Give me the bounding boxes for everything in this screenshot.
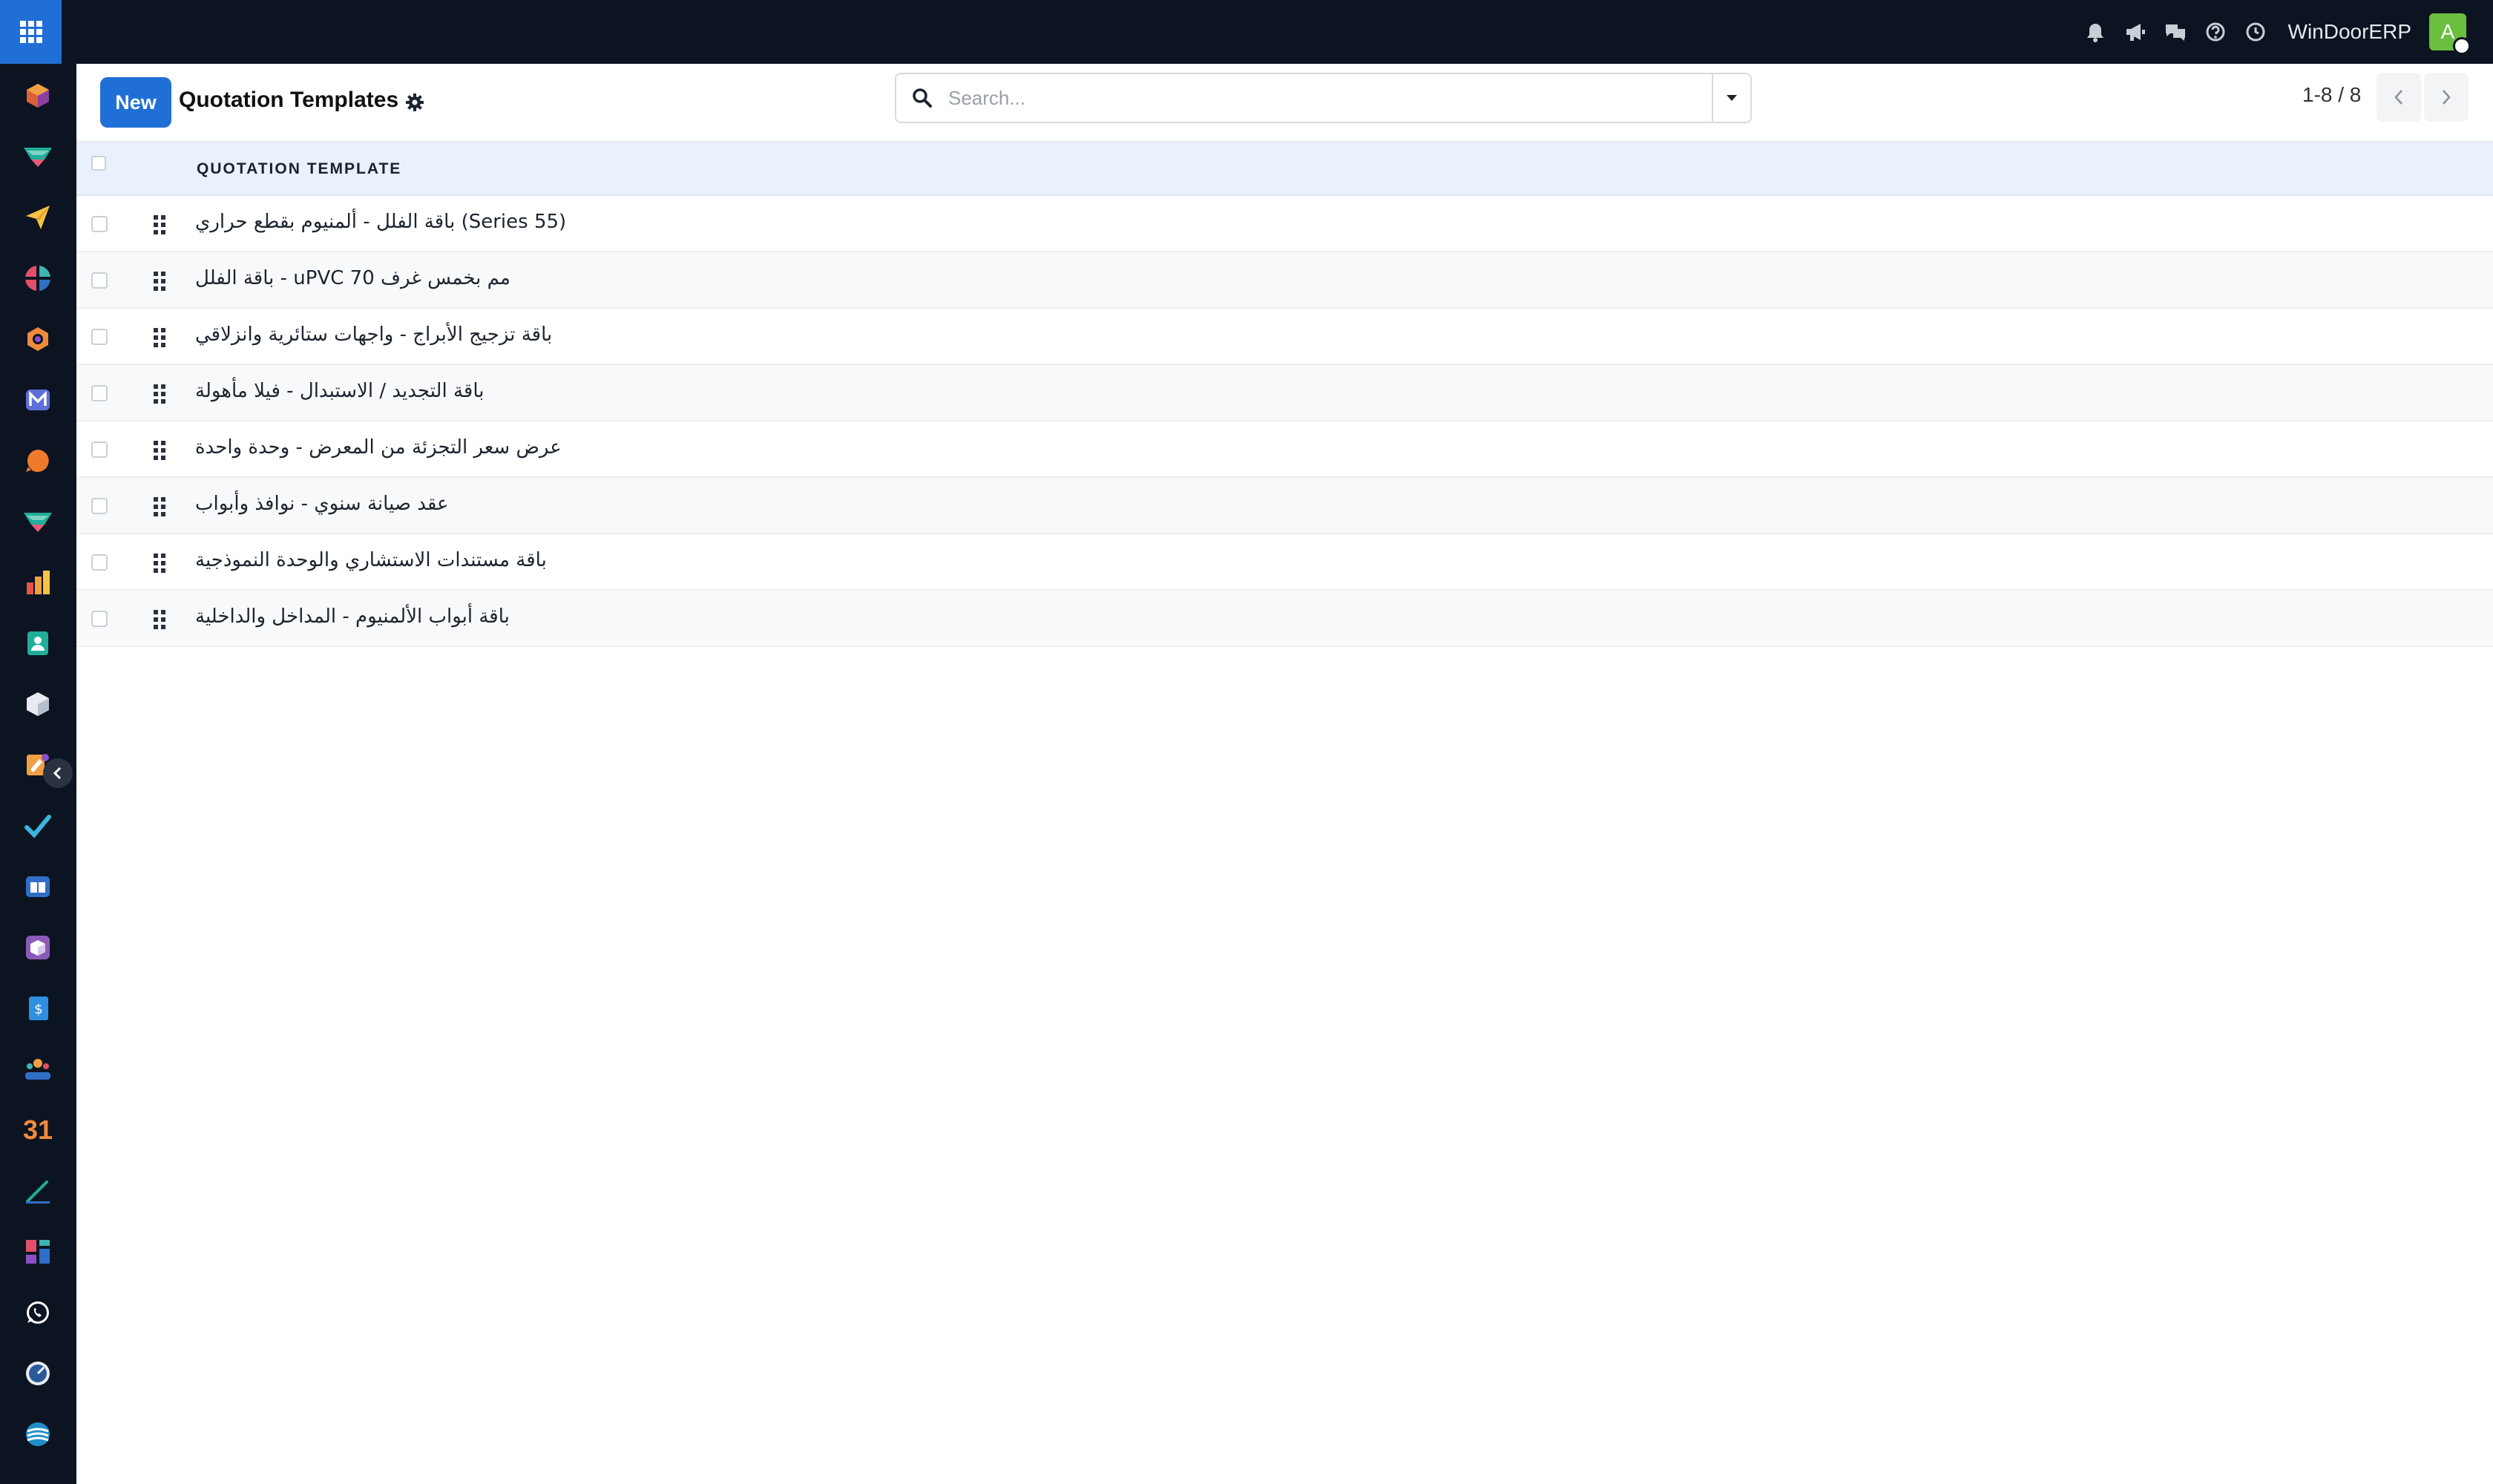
row-checkbox[interactable] bbox=[91, 216, 108, 232]
notifications-button[interactable] bbox=[2078, 0, 2113, 64]
list-row[interactable]: باقة الفلل - uPVC 70 مم بخمس غرف bbox=[76, 252, 2493, 309]
app-icon-send[interactable] bbox=[22, 202, 53, 233]
megaphone-icon bbox=[2126, 24, 2145, 41]
calendar-icon-label: 31 bbox=[22, 1114, 53, 1145]
row-name: باقة الفلل - ألمنيوم بقطع حراري (Series … bbox=[195, 211, 567, 233]
sidebar: $ 31 bbox=[0, 0, 76, 1484]
row-checkbox[interactable] bbox=[91, 611, 108, 627]
app-icon-email-marketing[interactable] bbox=[22, 384, 53, 416]
status-indicator bbox=[2453, 37, 2471, 55]
chevron-left-icon bbox=[2394, 90, 2402, 105]
activity-button[interactable] bbox=[2238, 0, 2273, 64]
list-row[interactable]: باقة تزجيج الأبراج - واجهات ستائرية وانز… bbox=[76, 309, 2493, 365]
row-checkbox[interactable] bbox=[91, 272, 108, 289]
list-row[interactable]: باقة الفلل - ألمنيوم بقطع حراري (Series … bbox=[76, 196, 2493, 252]
chevron-right-icon bbox=[2443, 90, 2451, 105]
sidebar-collapse-button[interactable] bbox=[43, 758, 73, 788]
app-icon-invoicing[interactable]: $ bbox=[22, 993, 53, 1024]
list-header: QUOTATION TEMPLATE bbox=[76, 142, 2493, 196]
list-row[interactable]: باقة مستندات الاستشاري والوحدة النموذجية bbox=[76, 534, 2493, 591]
app-icon-discuss[interactable] bbox=[22, 141, 53, 172]
row-name: عرض سعر التجزئة من المعرض - وحدة واحدة bbox=[195, 436, 562, 459]
drag-handle-icon[interactable] bbox=[152, 552, 167, 574]
select-all-checkbox[interactable] bbox=[91, 156, 106, 171]
drag-handle-icon[interactable] bbox=[152, 326, 167, 349]
row-name: عقد صيانة سنوي - نوافذ وأبواب bbox=[195, 493, 449, 515]
column-header-quotation-template[interactable]: QUOTATION TEMPLATE bbox=[197, 160, 401, 178]
company-switcher[interactable]: WinDoorERP bbox=[2288, 20, 2411, 44]
list-row[interactable]: باقة أبواب الألمنيوم - المداخل والداخلية bbox=[76, 591, 2493, 647]
page-title[interactable]: Quotation Templates bbox=[179, 88, 398, 113]
row-checkbox[interactable] bbox=[91, 385, 108, 401]
list-row[interactable]: عقد صيانة سنوي - نوافذ وأبواب bbox=[76, 478, 2493, 534]
list-view: QUOTATION TEMPLATE باقة الفلل - ألمنيوم … bbox=[76, 142, 2493, 647]
app-icon-employees[interactable] bbox=[22, 1054, 53, 1085]
drag-handle-icon[interactable] bbox=[152, 270, 167, 292]
new-button[interactable]: New bbox=[100, 77, 171, 128]
app-icon-box[interactable] bbox=[22, 80, 53, 111]
row-checkbox[interactable] bbox=[91, 498, 108, 514]
app-icon-livechat[interactable] bbox=[22, 445, 53, 476]
apps-menu-button[interactable] bbox=[0, 0, 62, 64]
app-icon-website[interactable] bbox=[22, 1236, 53, 1267]
grid-apps-icon bbox=[19, 21, 42, 43]
row-checkbox[interactable] bbox=[91, 329, 108, 345]
row-name: باقة الفلل - uPVC 70 مم بخمس غرف bbox=[195, 267, 510, 289]
drag-handle-icon[interactable] bbox=[152, 496, 167, 518]
pager-value[interactable]: 1-8 / 8 bbox=[2302, 83, 2361, 107]
avatar-initial: A bbox=[2440, 20, 2455, 43]
app-icon-inventory[interactable] bbox=[22, 689, 53, 720]
app-icon-planning[interactable] bbox=[22, 1175, 53, 1206]
caret-down-icon bbox=[1727, 95, 1737, 101]
app-icon-settings-hex[interactable] bbox=[22, 324, 53, 355]
app-icon-project[interactable] bbox=[22, 810, 53, 841]
messages-button[interactable] bbox=[2158, 0, 2193, 64]
app-icon-contacts[interactable] bbox=[22, 628, 53, 659]
row-name: باقة أبواب الألمنيوم - المداخل والداخلية bbox=[195, 605, 510, 628]
user-avatar[interactable]: A bbox=[2429, 13, 2471, 55]
row-checkbox[interactable] bbox=[91, 441, 108, 458]
announcements-button[interactable] bbox=[2118, 0, 2153, 64]
app-icon-timer[interactable] bbox=[22, 1358, 53, 1389]
pager-next-button[interactable] bbox=[2424, 73, 2469, 122]
drag-handle-icon[interactable] bbox=[152, 214, 167, 236]
row-checkbox[interactable] bbox=[91, 554, 108, 571]
app-icon-calendar[interactable]: 31 bbox=[22, 1114, 53, 1146]
app-icon-waves[interactable] bbox=[22, 1419, 53, 1450]
whatsapp-icon[interactable] bbox=[22, 1297, 53, 1328]
drag-handle-icon[interactable] bbox=[152, 439, 167, 462]
top-navbar: WinDoorERP A bbox=[62, 0, 2493, 64]
svg-text:$: $ bbox=[34, 1002, 42, 1017]
pager-previous-button[interactable] bbox=[2377, 73, 2421, 122]
control-panel: New Quotation Templates 1-8 / 8 bbox=[76, 64, 2493, 142]
help-button[interactable] bbox=[2198, 0, 2233, 64]
list-row[interactable]: باقة التجديد / الاستبدال - فيلا مأهولة bbox=[76, 365, 2493, 421]
app-icon-dashboard[interactable] bbox=[22, 263, 53, 294]
search-bar bbox=[895, 73, 1752, 123]
app-icon-knowledge[interactable] bbox=[22, 871, 53, 902]
gear-icon bbox=[406, 93, 424, 111]
row-name: باقة مستندات الاستشاري والوحدة النموذجية bbox=[195, 549, 547, 571]
search-input[interactable] bbox=[948, 74, 1712, 122]
app-icon-reporting[interactable] bbox=[22, 567, 53, 598]
row-name: باقة التجديد / الاستبدال - فيلا مأهولة bbox=[195, 380, 485, 402]
bell-icon bbox=[2086, 24, 2103, 42]
search-options-toggle[interactable] bbox=[1712, 74, 1750, 122]
clock-icon bbox=[2246, 22, 2265, 42]
app-icon-products[interactable] bbox=[22, 932, 53, 963]
drag-handle-icon[interactable] bbox=[152, 608, 167, 631]
chevron-left-icon bbox=[53, 766, 62, 780]
app-icon-discuss-2[interactable] bbox=[22, 506, 53, 537]
help-icon bbox=[2206, 22, 2225, 42]
search-icon bbox=[896, 74, 948, 122]
chat-icon bbox=[2165, 24, 2185, 41]
row-name: باقة تزجيج الأبراج - واجهات ستائرية وانز… bbox=[195, 324, 553, 346]
drag-handle-icon[interactable] bbox=[152, 383, 167, 405]
actions-gear-button[interactable] bbox=[403, 91, 427, 114]
list-row[interactable]: عرض سعر التجزئة من المعرض - وحدة واحدة bbox=[76, 421, 2493, 478]
